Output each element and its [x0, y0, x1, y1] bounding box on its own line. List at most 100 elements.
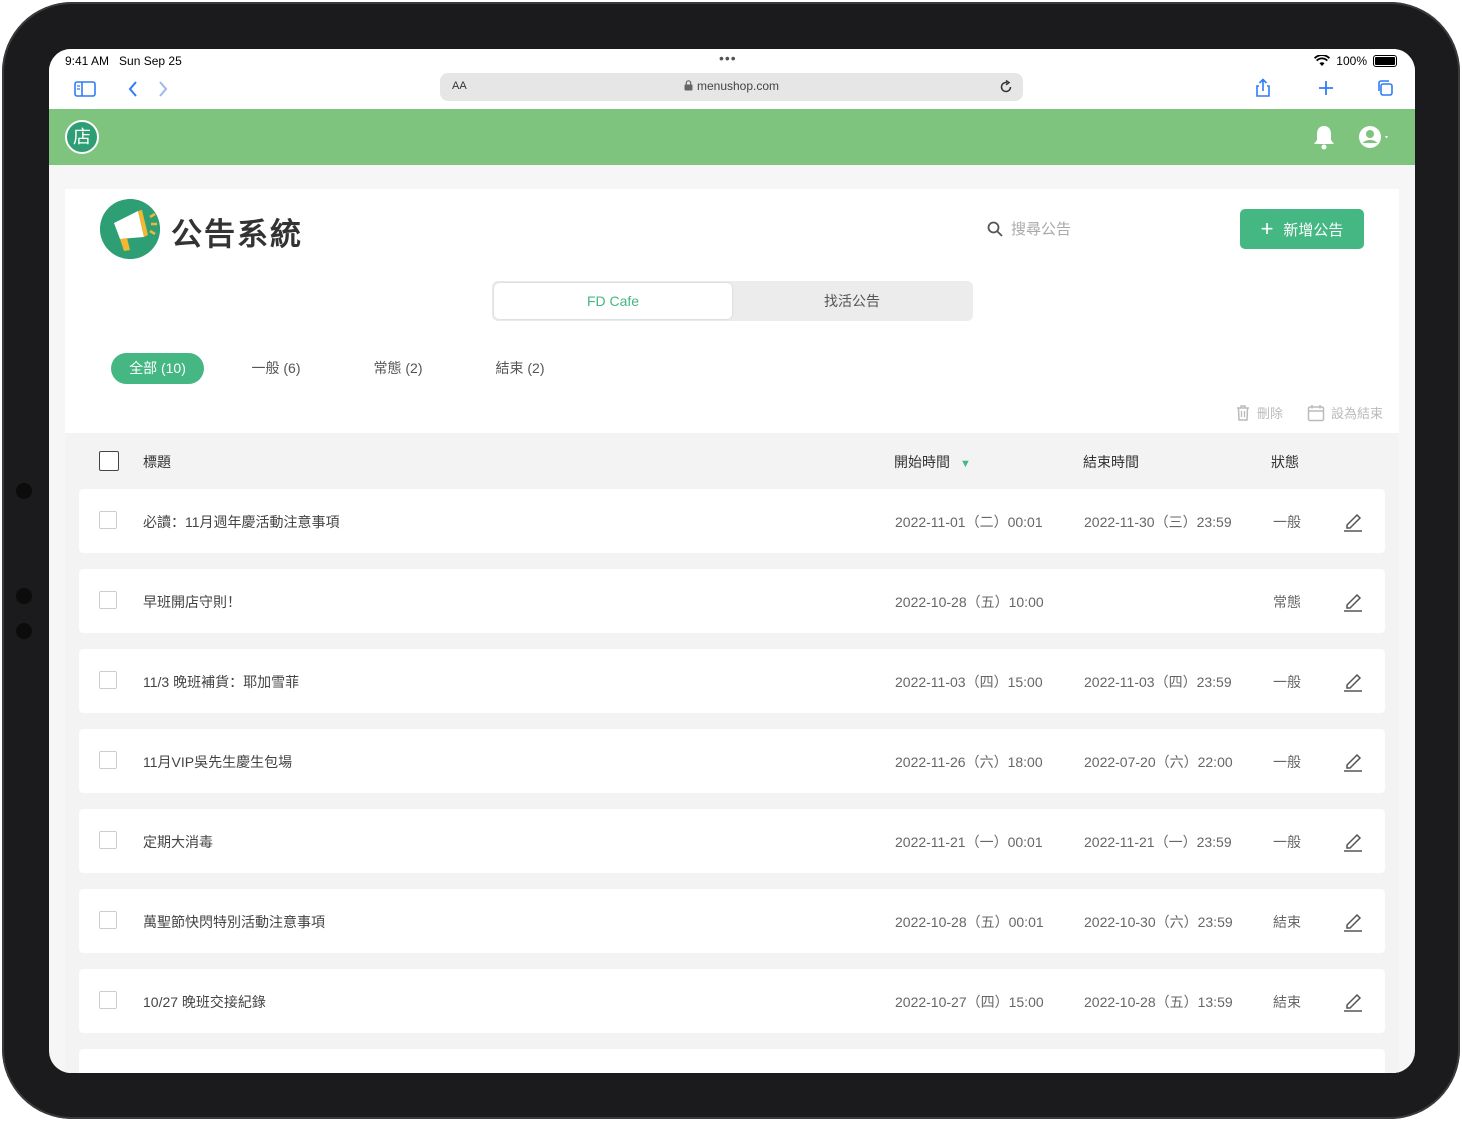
row-title[interactable]: 早班開店守則！ [143, 592, 241, 612]
search-icon [987, 221, 1003, 237]
back-icon[interactable] [127, 80, 139, 98]
status-bar: 9:41 AM Sun Sep 25 ••• 100% [49, 49, 1415, 75]
row-status: 一般 [1273, 514, 1301, 530]
table-row[interactable]: 萬聖節快閃特別活動注意事項 2022-10-28（五）00:01 2022-10… [79, 889, 1385, 953]
sidebar-toggle-icon[interactable] [74, 81, 96, 97]
edit-icon[interactable] [1343, 910, 1363, 932]
status-time: 9:41 AM Sun Sep 25 [65, 54, 182, 68]
row-end-time: 2022-11-21（一）23:59 [1084, 834, 1232, 850]
delete-button[interactable]: 刪除 [1235, 403, 1283, 422]
row-start-time: 2022-10-28（五）00:01 [895, 914, 1044, 930]
battery-percent: 100% [1336, 54, 1367, 68]
row-status: 一般 [1273, 834, 1301, 850]
filter-general[interactable]: 一般 (6) [241, 353, 311, 384]
app-header: 店 [49, 109, 1415, 165]
row-status: 結束 [1273, 994, 1301, 1010]
row-status: 一般 [1273, 754, 1301, 770]
table-row[interactable]: 11月VIP吳先生慶生包場 2022-11-26（六）18:00 2022-07… [79, 729, 1385, 793]
row-checkbox[interactable] [99, 831, 117, 849]
url-display[interactable]: menushop.com [440, 79, 1023, 93]
row-title[interactable]: 11月VIP吳先生慶生包場 [143, 752, 292, 772]
row-start-time: 2022-11-26（六）18:00 [895, 754, 1043, 770]
select-all-checkbox[interactable] [99, 451, 119, 471]
announcement-table: 標題 開始時間 ▼ 結束時間 狀態 必讀：11月週年慶活動注意事項 2022-11… [65, 433, 1399, 1073]
table-row[interactable]: 11/3 晚班補貨：耶加雪菲 2022-11-03（四）15:00 2022-1… [79, 649, 1385, 713]
table-row[interactable]: 10/27 晚班交接紀錄 2022-10-27（四）15:00 2022-10-… [79, 969, 1385, 1033]
column-end-time[interactable]: 結束時間 [1083, 452, 1139, 472]
table-row[interactable]: 必讀：11月週年慶活動注意事項 2022-11-01（二）00:01 2022-… [79, 489, 1385, 553]
calendar-icon [1307, 404, 1325, 421]
row-end-time: 2022-10-30（六）23:59 [1084, 914, 1233, 930]
lock-icon [684, 80, 693, 91]
bulk-actions: 刪除 設為結束 [1235, 403, 1383, 422]
multitasking-dots[interactable]: ••• [719, 50, 737, 66]
share-icon[interactable] [1254, 78, 1272, 98]
row-title[interactable]: 必讀：11月週年慶活動注意事項 [143, 512, 340, 532]
edit-icon[interactable] [1343, 670, 1363, 692]
url-text: menushop.com [696, 79, 780, 93]
row-start-time: 2022-10-28（五）10:00 [895, 594, 1044, 610]
add-announcement-label: 新增公告 [1283, 221, 1344, 239]
filter-all[interactable]: 全部 (10) [111, 353, 204, 384]
row-start-time: 2022-11-21（一）00:01 [895, 834, 1043, 850]
column-start-label: 開始時間 [894, 454, 950, 470]
table-row[interactable]: 早班開店守則！ 2022-10-28（五）10:00 常態 [79, 569, 1385, 633]
screen: 9:41 AM Sun Sep 25 ••• 100% AA menushop.… [49, 49, 1415, 1073]
side-button [16, 588, 32, 604]
row-checkbox[interactable] [99, 751, 117, 769]
battery-icon [1373, 55, 1397, 67]
search-input[interactable]: 搜尋公告 [1011, 218, 1071, 239]
row-end-time: 2022-11-30（三）23:59 [1084, 514, 1232, 530]
forward-icon[interactable] [157, 80, 169, 98]
segment-job-announcements[interactable]: 找活公告 [733, 283, 971, 319]
status-right: 100% [1314, 54, 1397, 68]
edit-icon[interactable] [1343, 750, 1363, 772]
edit-icon[interactable] [1343, 990, 1363, 1012]
row-status: 一般 [1273, 674, 1301, 690]
browser-toolbar: AA menushop.com [49, 73, 1415, 109]
row-title[interactable]: 萬聖節快閃特別活動注意事項 [143, 912, 325, 932]
search-box[interactable]: 搜尋公告 [987, 218, 1071, 239]
filter-regular[interactable]: 常態 (2) [363, 353, 433, 384]
tabs-overview-icon[interactable] [1376, 79, 1394, 97]
row-title[interactable]: 10/27 晚班交接紀錄 [143, 992, 266, 1012]
plus-icon: + [1260, 216, 1274, 241]
set-ended-label: 設為結束 [1330, 406, 1383, 421]
column-status[interactable]: 狀態 [1271, 452, 1299, 472]
app-logo[interactable]: 店 [65, 120, 99, 154]
sort-descending-icon[interactable]: ▼ [960, 458, 971, 470]
megaphone-icon [100, 199, 160, 259]
row-title[interactable]: 11/3 晚班補貨：耶加雪菲 [143, 672, 299, 692]
column-title[interactable]: 標題 [143, 452, 171, 472]
user-account-icon[interactable] [1357, 123, 1391, 151]
edit-icon[interactable] [1343, 590, 1363, 612]
reload-icon[interactable] [999, 80, 1013, 94]
notification-bell-icon[interactable] [1311, 123, 1337, 151]
set-ended-button[interactable]: 設為結束 [1307, 403, 1383, 422]
row-status: 常態 [1273, 594, 1301, 610]
column-start-time[interactable]: 開始時間 ▼ [894, 452, 971, 472]
new-tab-icon[interactable] [1317, 79, 1335, 97]
row-checkbox[interactable] [99, 991, 117, 1009]
edit-icon[interactable] [1343, 510, 1363, 532]
side-button [16, 623, 32, 639]
row-checkbox[interactable] [99, 671, 117, 689]
segment-fd-cafe[interactable]: FD Cafe [494, 283, 732, 319]
filter-ended[interactable]: 結束 (2) [485, 353, 555, 384]
add-announcement-button[interactable]: + 新增公告 [1240, 209, 1364, 249]
row-title[interactable]: 定期大消毒 [143, 832, 213, 852]
row-checkbox[interactable] [99, 911, 117, 929]
row-checkbox[interactable] [99, 591, 117, 609]
address-bar[interactable]: AA menushop.com [440, 73, 1023, 101]
row-status: 結束 [1273, 914, 1301, 930]
row-end-time: 2022-10-28（五）13:59 [1084, 994, 1233, 1010]
table-row[interactable]: 定期大消毒 2022-11-21（一）00:01 2022-11-21（一）23… [79, 809, 1385, 873]
delete-label: 刪除 [1256, 406, 1283, 421]
table-header: 標題 開始時間 ▼ 結束時間 狀態 [65, 433, 1399, 489]
store-segmented-control: FD Cafe 找活公告 [492, 281, 973, 321]
edit-icon[interactable] [1343, 830, 1363, 852]
side-button [16, 483, 32, 499]
row-checkbox[interactable] [99, 511, 117, 529]
trash-icon [1236, 404, 1249, 421]
table-row[interactable] [79, 1049, 1385, 1073]
